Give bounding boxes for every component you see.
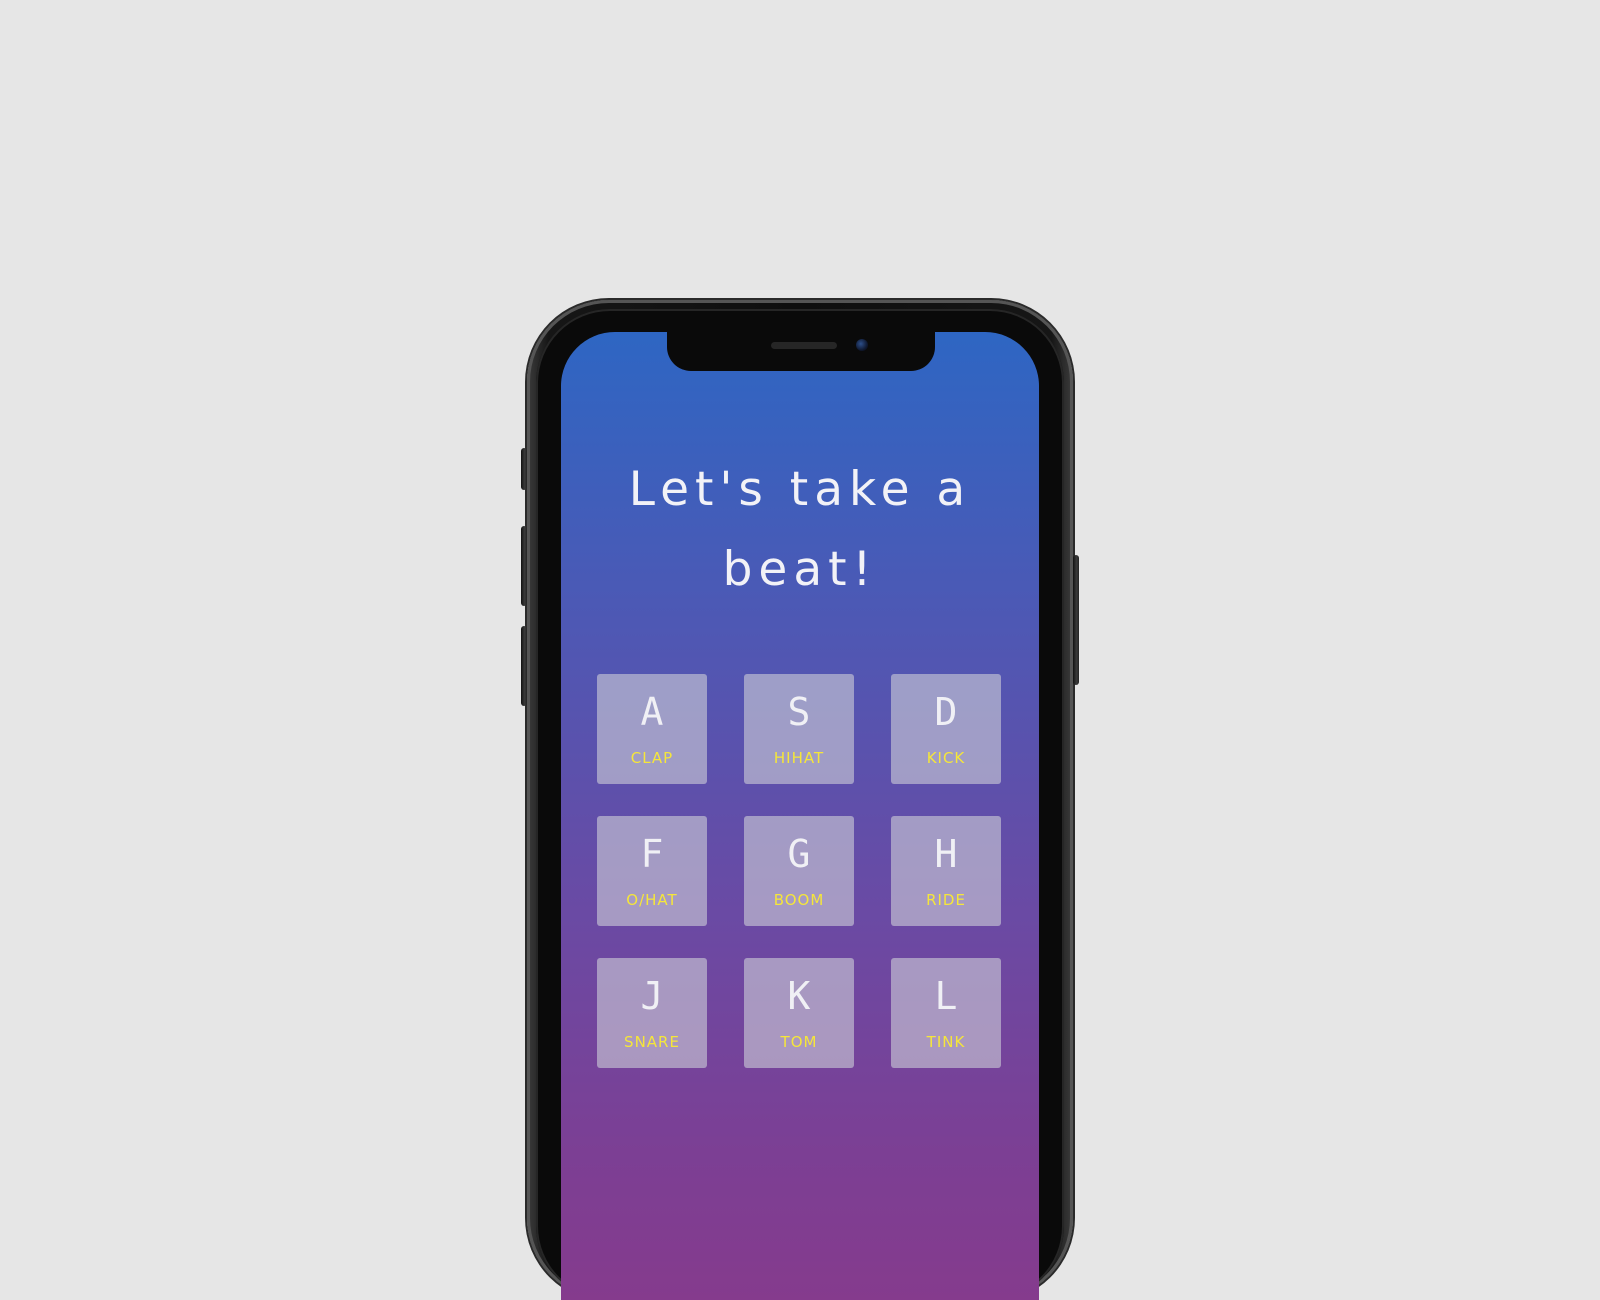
pad-key-label: S xyxy=(787,690,811,734)
pad-sound-label: TINK xyxy=(926,1033,966,1051)
pad-sound-label: TOM xyxy=(780,1033,818,1051)
front-camera-icon xyxy=(856,339,868,351)
pad-key-label: K xyxy=(787,974,811,1018)
pad-key-label: H xyxy=(934,832,958,876)
phone-screen: Let's take a beat! A CLAP S HIHAT D KICK… xyxy=(561,332,1039,1300)
drum-pad-clap[interactable]: A CLAP xyxy=(597,674,707,784)
pad-key-label: D xyxy=(934,690,958,734)
drum-pad-ride[interactable]: H RIDE xyxy=(891,816,1001,926)
drum-pad-tom[interactable]: K TOM xyxy=(744,958,854,1068)
drum-pad-openhat[interactable]: F O/HAT xyxy=(597,816,707,926)
pad-key-label: G xyxy=(787,832,811,876)
pad-key-label: L xyxy=(934,974,958,1018)
silent-switch xyxy=(521,448,527,490)
phone-frame: Let's take a beat! A CLAP S HIHAT D KICK… xyxy=(521,300,1079,1300)
drum-pad-tink[interactable]: L TINK xyxy=(891,958,1001,1068)
pad-key-label: A xyxy=(640,690,664,734)
speaker-grille xyxy=(771,342,837,349)
pad-sound-label: RIDE xyxy=(926,891,966,909)
drum-pad-boom[interactable]: G BOOM xyxy=(744,816,854,926)
title-line-2: beat! xyxy=(722,542,878,597)
drum-pad-grid: A CLAP S HIHAT D KICK F O/HAT G BOOM H R… xyxy=(597,674,1001,1068)
pad-sound-label: O/HAT xyxy=(626,891,678,909)
power-button xyxy=(1073,555,1079,685)
notch xyxy=(667,332,935,371)
drum-pad-snare[interactable]: J SNARE xyxy=(597,958,707,1068)
volume-down-button xyxy=(521,626,527,706)
pad-sound-label: KICK xyxy=(926,749,966,767)
pad-sound-label: HIHAT xyxy=(773,749,825,767)
drum-pad-hihat[interactable]: S HIHAT xyxy=(744,674,854,784)
pad-key-label: J xyxy=(640,974,664,1018)
drum-pad-kick[interactable]: D KICK xyxy=(891,674,1001,784)
pad-sound-label: CLAP xyxy=(630,749,674,767)
pad-key-label: F xyxy=(640,832,664,876)
title-line-1: Let's take a xyxy=(628,462,972,517)
volume-up-button xyxy=(521,526,527,606)
page-title: Let's take a beat! xyxy=(561,450,1039,610)
pad-sound-label: BOOM xyxy=(773,891,825,909)
pad-sound-label: SNARE xyxy=(624,1033,680,1051)
